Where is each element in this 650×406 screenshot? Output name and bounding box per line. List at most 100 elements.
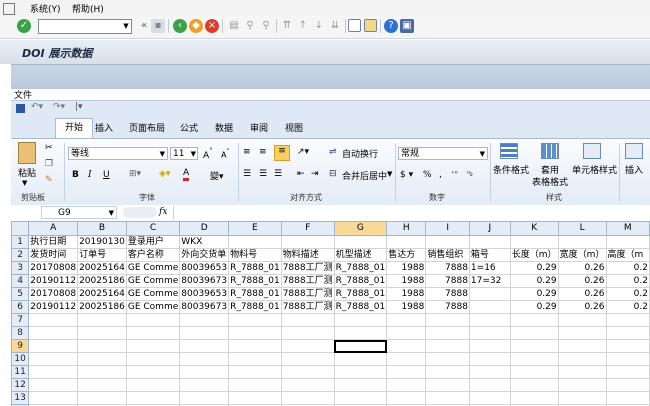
chevron-down-icon[interactable]: ▼ — [22, 179, 27, 187]
italic-icon[interactable]: I — [88, 170, 92, 180]
tab-data[interactable]: 数据 — [215, 121, 233, 134]
cell[interactable]: 7888工厂测 — [280, 261, 335, 275]
cell[interactable]: 20190112 — [28, 274, 79, 288]
back-icon[interactable]: ‹ — [173, 19, 187, 33]
cell[interactable]: 7888 — [425, 274, 470, 288]
tab-review[interactable]: 审阅 — [250, 121, 268, 134]
command-field[interactable]: ▼ — [38, 19, 132, 34]
column-header[interactable]: E — [228, 221, 282, 236]
align-center-icon[interactable]: ☰ — [259, 169, 267, 179]
cell[interactable]: 80039673 — [179, 300, 230, 314]
cell[interactable] — [605, 235, 650, 249]
cell[interactable] — [179, 313, 230, 327]
save-icon[interactable] — [16, 104, 25, 113]
first-page-icon[interactable]: ⇈ — [280, 19, 294, 33]
borders-icon[interactable]: ⊞▾ — [129, 169, 141, 179]
cell[interactable] — [228, 313, 282, 327]
align-middle-icon[interactable]: ≡ — [259, 147, 267, 157]
cell[interactable] — [425, 352, 470, 366]
cell[interactable]: 0.26 — [557, 287, 607, 301]
cell[interactable]: 0.26 — [557, 274, 607, 288]
table-format-icon[interactable] — [541, 143, 559, 159]
cell[interactable] — [125, 391, 181, 405]
cell[interactable] — [386, 365, 427, 379]
cell[interactable]: 1988 — [386, 300, 427, 314]
column-header[interactable]: I — [425, 221, 470, 236]
tab-formulas[interactable]: 公式 — [180, 121, 198, 134]
row-header[interactable]: 13 — [11, 391, 30, 405]
cell[interactable] — [333, 326, 388, 340]
cell[interactable]: 0.26 — [557, 300, 607, 314]
cell[interactable] — [280, 326, 335, 340]
row-header[interactable]: 10 — [11, 352, 30, 366]
cell[interactable] — [468, 235, 511, 249]
cell[interactable]: 外向交货单 — [179, 248, 230, 262]
save-icon[interactable]: ▪ — [151, 19, 165, 33]
chevron-down-icon[interactable]: ▼ — [387, 170, 392, 178]
percent-icon[interactable]: % — [423, 170, 432, 180]
increase-decimal-icon[interactable]: ⁺⁰ — [451, 170, 458, 178]
cell[interactable]: 0.29 — [509, 274, 559, 288]
column-header[interactable]: A — [28, 221, 79, 236]
cell[interactable] — [77, 339, 127, 353]
cell[interactable]: 20190130 — [77, 235, 127, 249]
cell[interactable]: 7888工厂测 — [280, 287, 335, 301]
cell[interactable] — [179, 339, 230, 353]
cell[interactable]: 1988 — [386, 261, 427, 275]
cell[interactable]: 20190112 — [28, 300, 79, 314]
cell[interactable] — [333, 339, 388, 353]
cell[interactable] — [557, 313, 607, 327]
cell[interactable] — [509, 339, 559, 353]
cell[interactable]: 7888工厂测 — [280, 274, 335, 288]
cut-icon[interactable]: ✂ — [45, 143, 53, 153]
insert-cells-icon[interactable] — [625, 143, 643, 159]
cell[interactable] — [509, 365, 559, 379]
row-header[interactable]: 8 — [11, 326, 30, 340]
cell[interactable]: R_7888_01 — [333, 261, 388, 275]
cell[interactable] — [333, 378, 388, 392]
cell[interactable]: 80039653 — [179, 261, 230, 275]
cell[interactable] — [425, 378, 470, 392]
cell[interactable] — [333, 352, 388, 366]
cell[interactable] — [28, 339, 79, 353]
cell[interactable]: 发货时间 — [28, 248, 79, 262]
chevron-down-icon[interactable]: ▼ — [121, 20, 131, 33]
cell[interactable]: 宽度（m） — [557, 248, 607, 262]
cell[interactable] — [605, 326, 650, 340]
cancel-icon[interactable]: × — [205, 19, 219, 33]
cell[interactable] — [228, 378, 282, 392]
increase-indent-icon[interactable]: ⇥ — [311, 169, 319, 179]
cell[interactable] — [280, 235, 335, 249]
column-header[interactable]: J — [468, 221, 511, 236]
cell[interactable]: 物料描述 — [280, 248, 335, 262]
cell[interactable] — [77, 313, 127, 327]
cell[interactable] — [509, 378, 559, 392]
cell[interactable]: 0.29 — [509, 261, 559, 275]
cell-style-button[interactable]: 单元格样式 — [572, 163, 617, 176]
cell[interactable] — [386, 391, 427, 405]
find-next-icon[interactable]: ⚲ — [259, 19, 273, 33]
cell[interactable]: R_7888_01 — [333, 300, 388, 314]
cell-style-icon[interactable] — [583, 143, 601, 159]
cell[interactable] — [468, 287, 511, 301]
menu-icon[interactable] — [3, 3, 15, 15]
cell[interactable] — [125, 326, 181, 340]
cell[interactable] — [280, 365, 335, 379]
cell[interactable]: 1988 — [386, 287, 427, 301]
help-icon[interactable]: ? — [384, 19, 398, 33]
cell[interactable]: R_7888_01 — [333, 287, 388, 301]
orientation-icon[interactable]: ↗▾ — [297, 147, 309, 157]
cell[interactable] — [77, 378, 127, 392]
cell[interactable]: WKX — [179, 235, 230, 249]
prev-page-icon[interactable]: ↑ — [296, 19, 310, 33]
decrease-decimal-icon[interactable]: ⁰₀ — [467, 170, 473, 178]
cell[interactable]: 物料号 — [228, 248, 282, 262]
cell[interactable]: 7888工厂测 — [280, 300, 335, 314]
comma-icon[interactable]: , — [439, 170, 442, 180]
cell[interactable] — [425, 365, 470, 379]
decrease-indent-icon[interactable]: ⇤ — [297, 169, 305, 179]
cell[interactable]: GE Comme — [125, 300, 181, 314]
align-right-icon[interactable]: ☰ — [274, 169, 282, 179]
cell[interactable] — [425, 339, 470, 353]
cell[interactable] — [468, 300, 511, 314]
